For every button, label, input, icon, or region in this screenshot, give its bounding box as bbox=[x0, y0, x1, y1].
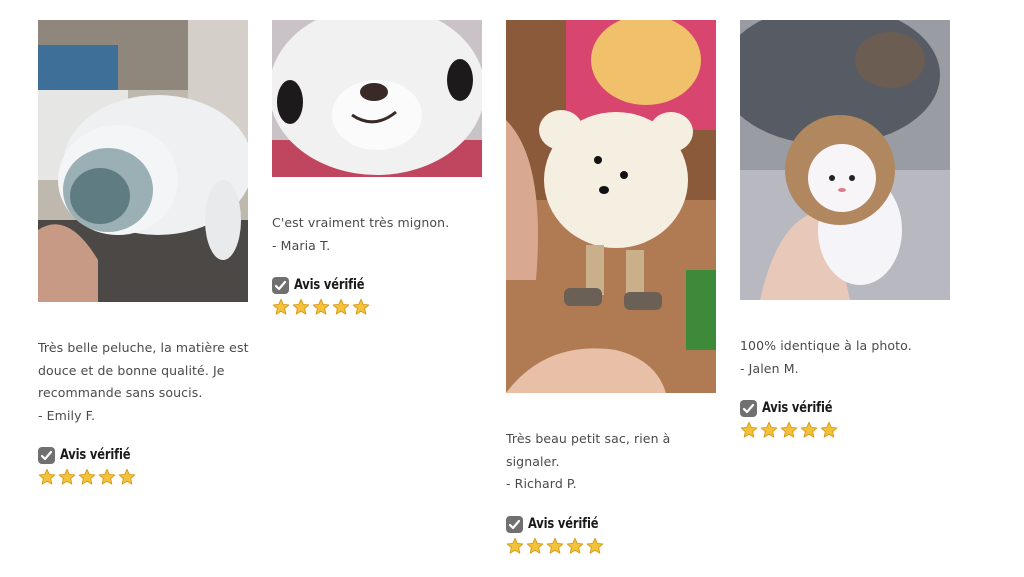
review-text-line: Très beau petit sac, rien à bbox=[506, 431, 671, 446]
review-author: - Richard P. bbox=[506, 476, 577, 491]
verified-badge: Avis vérifié bbox=[740, 398, 848, 418]
star-icon bbox=[292, 298, 310, 316]
review-photo-seal-plush[interactable] bbox=[38, 20, 248, 302]
bear-bag-photo bbox=[506, 20, 716, 393]
seal-plush-photo bbox=[38, 20, 248, 302]
review-text: 100% identique à la photo. - Jalen M. bbox=[740, 335, 955, 380]
review-text: Très belle peluche, la matière est douce… bbox=[38, 337, 253, 427]
review-text-line: douce et de bonne qualité. Je bbox=[38, 362, 225, 378]
star-icon bbox=[566, 537, 584, 555]
verified-label: Avis vérifié bbox=[528, 516, 599, 532]
checkmark-icon bbox=[272, 276, 289, 294]
review-text-line: signaler. bbox=[506, 453, 560, 469]
review-photo-cat-plush[interactable] bbox=[740, 20, 950, 300]
review-text-line: 100% identique à la photo. bbox=[740, 338, 912, 353]
review-author: - Emily F. bbox=[38, 407, 96, 423]
verified-label: Avis vérifié bbox=[60, 447, 131, 463]
verified-badge: Avis vérifié bbox=[506, 514, 614, 534]
star-icon bbox=[38, 468, 56, 486]
review-text: Très beau petit sac, rien à signaler. - … bbox=[506, 428, 721, 496]
review-photo-seal-face[interactable] bbox=[272, 20, 482, 177]
star-icon bbox=[312, 298, 330, 316]
verified-label: Avis vérifié bbox=[762, 400, 833, 416]
checkmark-icon bbox=[506, 515, 523, 533]
star-icon bbox=[820, 421, 838, 439]
star-icon bbox=[58, 468, 76, 486]
star-rating bbox=[740, 421, 838, 439]
star-rating bbox=[506, 537, 604, 555]
checkmark-icon bbox=[38, 446, 55, 464]
star-icon bbox=[332, 298, 350, 316]
star-icon bbox=[526, 537, 544, 555]
star-icon bbox=[546, 537, 564, 555]
cat-plush-photo bbox=[740, 20, 950, 300]
star-icon bbox=[506, 537, 524, 555]
star-icon bbox=[740, 421, 758, 439]
verified-label: Avis vérifié bbox=[294, 277, 365, 293]
star-icon bbox=[800, 421, 818, 439]
verified-badge: Avis vérifié bbox=[38, 445, 146, 465]
star-icon bbox=[118, 468, 136, 486]
review-author: - Jalen M. bbox=[740, 360, 799, 376]
review-text: C'est vraiment très mignon. - Maria T. bbox=[272, 212, 487, 257]
star-icon bbox=[780, 421, 798, 439]
star-rating bbox=[272, 298, 370, 316]
verified-badge: Avis vérifié bbox=[272, 275, 380, 295]
star-icon bbox=[586, 537, 604, 555]
star-icon bbox=[98, 468, 116, 486]
seal-face-plush-photo bbox=[272, 20, 482, 177]
review-text-line: recommande sans soucis. bbox=[38, 385, 203, 400]
review-text-line: Très belle peluche, la matière est bbox=[38, 340, 249, 355]
review-author: - Maria T. bbox=[272, 237, 331, 253]
star-rating bbox=[38, 468, 136, 486]
star-icon bbox=[760, 421, 778, 439]
checkmark-icon bbox=[740, 399, 757, 417]
review-text-line: C'est vraiment très mignon. bbox=[272, 215, 450, 230]
star-icon bbox=[272, 298, 290, 316]
review-photo-bear-bag[interactable] bbox=[506, 20, 716, 393]
star-icon bbox=[78, 468, 96, 486]
star-icon bbox=[352, 298, 370, 316]
